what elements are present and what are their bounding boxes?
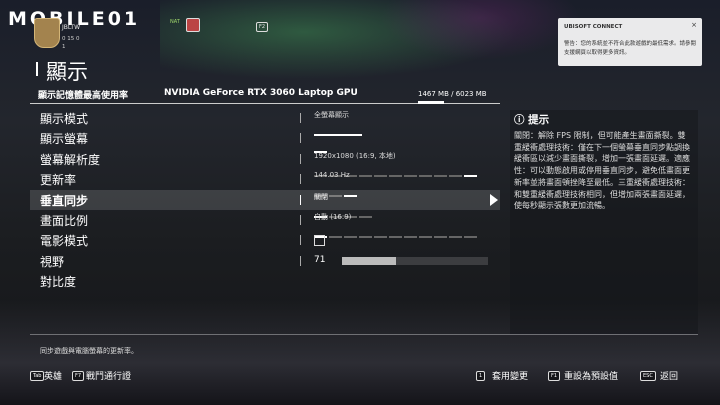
description-divider xyxy=(30,334,698,335)
battle-pass-button[interactable]: 戰鬥通行證 xyxy=(86,369,131,382)
setting-row-aspect-ratio[interactable]: 畫面比例 自動 (16:9) xyxy=(30,210,500,238)
reset-defaults-button[interactable]: 重設為預設值 xyxy=(564,369,618,382)
nat-label: NAT xyxy=(170,19,180,25)
setting-label: 視野 xyxy=(40,254,65,269)
setting-label: 顯示螢幕 xyxy=(40,132,89,147)
setting-row-contrast[interactable]: 對比度 xyxy=(30,271,500,291)
setting-label: 螢幕解析度 xyxy=(40,152,101,167)
apply-key-hint[interactable]: 1 xyxy=(476,371,486,381)
profile-level: 1 xyxy=(62,44,66,50)
vram-label: 顯示記憶體最高使用率 xyxy=(38,91,129,101)
tip-body: 關閉：解除 FPS 限制，但可能產生畫面撕裂。雙重緩衝處理技術：僅在下一個螢幕垂… xyxy=(514,131,690,211)
back-button[interactable]: 返回 xyxy=(660,369,678,382)
setting-row-monitor[interactable]: 顯示螢幕 xyxy=(30,128,500,154)
setting-value: 1920x1080 (16:9, 本地) xyxy=(314,151,396,160)
tip-panel: ⓘ 提示 關閉：解除 FPS 限制，但可能產生畫面撕裂。雙重緩衝處理技術：僅在下… xyxy=(510,110,698,334)
fov-slider[interactable] xyxy=(342,256,488,265)
background-glow-secondary xyxy=(380,0,580,60)
option-indicator xyxy=(314,138,494,154)
f2-key-hint[interactable]: F2 xyxy=(256,22,269,32)
toast-brand: UBISOFT CONNECT xyxy=(564,24,623,30)
f7-key-hint[interactable]: F7 xyxy=(72,371,85,381)
profile-stats: 0 15 0 xyxy=(62,36,80,42)
divider xyxy=(300,174,301,185)
divider xyxy=(300,113,301,123)
vram-usage: 顯示記憶體最高使用率 NVIDIA GeForce RTX 3060 Lapto… xyxy=(30,88,500,104)
setting-row-resolution[interactable]: 螢幕解析度 1920x1080 (16:9, 本地) xyxy=(30,149,500,177)
profile-name: JBLTW xyxy=(62,24,80,31)
apply-changes-button[interactable]: 套用變更 xyxy=(492,369,528,382)
divider xyxy=(300,194,301,205)
divider xyxy=(300,255,301,266)
warning-toast: UBISOFT CONNECT × 警告：您的系統並不符合此款遊戲的最低需求。請… xyxy=(558,18,702,66)
setting-label: 顯示模式 xyxy=(40,112,89,126)
setting-row-display-mode[interactable]: 顯示模式 全螢幕顯示 xyxy=(30,108,500,136)
tab-key-hint[interactable]: Tab xyxy=(30,371,45,381)
setting-label: 垂直同步 xyxy=(40,193,89,208)
nat-badge-icon xyxy=(186,18,200,32)
divider xyxy=(300,235,301,246)
setting-value: 全螢幕顯示 xyxy=(314,111,349,119)
divider xyxy=(300,133,301,144)
gpu-name: NVIDIA GeForce RTX 3060 Laptop GPU xyxy=(164,88,358,98)
setting-value: 自動 (16:9) xyxy=(314,212,352,221)
divider xyxy=(300,153,301,164)
f1-key-hint[interactable]: F1 xyxy=(548,371,561,381)
setting-row-refresh-rate[interactable]: 更新率 144.03 Hz xyxy=(30,169,500,198)
toast-message: 警告：您的系統並不符合此款遊戲的最低需求。請參閱支援網頁以取得更多資訊。 xyxy=(564,41,697,56)
fov-value: 71 xyxy=(314,254,326,265)
page-title: 顯示 xyxy=(46,60,88,84)
esc-key-hint[interactable]: ESC xyxy=(640,371,656,381)
cinematic-checkbox[interactable] xyxy=(314,235,325,247)
next-option-arrow-icon[interactable] xyxy=(490,193,498,206)
close-icon[interactable]: × xyxy=(691,21,697,29)
footer-bar: Tab 英雄 F7 戰鬥通行證 1 套用變更 F1 重設為預設值 ESC 返回 xyxy=(0,366,720,386)
vram-value: 1467 MB / 6023 MB xyxy=(418,90,487,98)
setting-value: 關閉 xyxy=(314,192,328,201)
title-accent-bar xyxy=(36,62,38,76)
option-indicator xyxy=(314,182,494,198)
option-indicator xyxy=(314,203,494,218)
tip-title: ⓘ 提示 xyxy=(514,114,550,126)
setting-label: 電影模式 xyxy=(40,234,89,249)
setting-row-cinematic-mode[interactable]: 電影模式 xyxy=(30,230,500,250)
setting-label: 畫面比例 xyxy=(40,213,89,228)
vram-fill xyxy=(418,101,444,104)
option-indicator xyxy=(314,121,494,136)
setting-label: 對比度 xyxy=(40,275,77,290)
setting-label: 更新率 xyxy=(40,173,77,188)
option-indicator xyxy=(314,223,494,238)
fov-slider-fill xyxy=(342,256,396,265)
setting-description: 同步遊戲與電腦螢幕的更新率。 xyxy=(40,347,138,355)
setting-row-fov[interactable]: 視野 71 xyxy=(30,251,500,271)
heroes-button[interactable]: 英雄 xyxy=(44,369,62,382)
divider xyxy=(300,214,301,225)
option-indicator xyxy=(314,162,494,177)
settings-list: 顯示模式 全螢幕顯示 顯示螢幕 螢幕解析度 1920x1080 (16:9, 本… xyxy=(30,108,500,292)
setting-value: 144.03 Hz xyxy=(314,171,350,180)
setting-row-vsync[interactable]: 垂直同步 關閉 xyxy=(30,189,500,218)
avatar[interactable] xyxy=(34,18,60,48)
